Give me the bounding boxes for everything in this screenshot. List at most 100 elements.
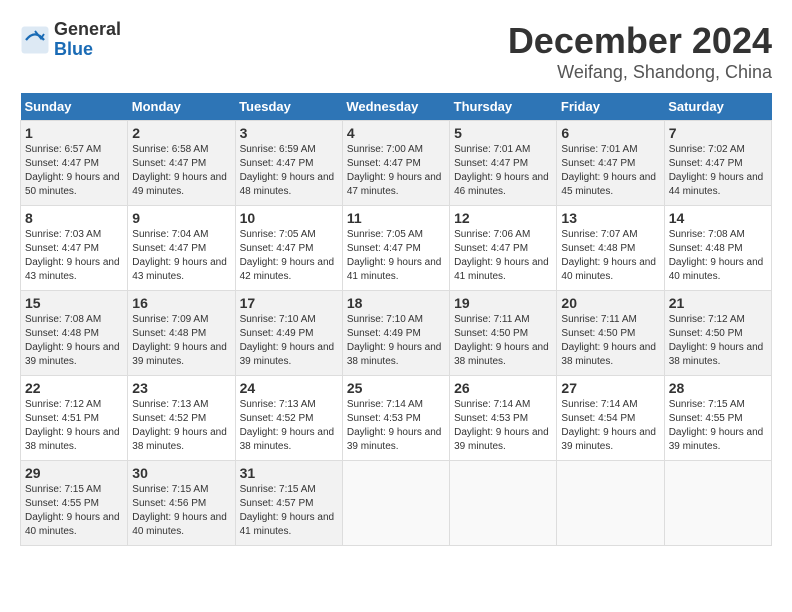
day-number: 22 [25,380,123,396]
day-info: Sunrise: 7:07 AMSunset: 4:48 PMDaylight:… [561,229,656,282]
header-wednesday: Wednesday [342,93,449,121]
day-number: 4 [347,125,445,141]
day-info: Sunrise: 6:57 AMSunset: 4:47 PMDaylight:… [25,144,120,197]
day-info: Sunrise: 7:15 AMSunset: 4:56 PMDaylight:… [132,484,227,537]
day-info: Sunrise: 6:59 AMSunset: 4:47 PMDaylight:… [240,144,335,197]
week-row-2: 8 Sunrise: 7:03 AMSunset: 4:47 PMDayligh… [21,206,772,291]
header-thursday: Thursday [450,93,557,121]
day-number: 19 [454,295,552,311]
day-cell: 16 Sunrise: 7:09 AMSunset: 4:48 PMDaylig… [128,291,235,376]
day-info: Sunrise: 7:13 AMSunset: 4:52 PMDaylight:… [132,399,227,452]
day-number: 24 [240,380,338,396]
week-row-4: 22 Sunrise: 7:12 AMSunset: 4:51 PMDaylig… [21,376,772,461]
logo-text: General Blue [54,20,121,60]
day-info: Sunrise: 7:14 AMSunset: 4:53 PMDaylight:… [454,399,549,452]
week-row-3: 15 Sunrise: 7:08 AMSunset: 4:48 PMDaylig… [21,291,772,376]
header-saturday: Saturday [664,93,771,121]
day-cell: 5 Sunrise: 7:01 AMSunset: 4:47 PMDayligh… [450,121,557,206]
day-info: Sunrise: 7:14 AMSunset: 4:54 PMDaylight:… [561,399,656,452]
day-number: 18 [347,295,445,311]
day-cell: 17 Sunrise: 7:10 AMSunset: 4:49 PMDaylig… [235,291,342,376]
day-info: Sunrise: 7:11 AMSunset: 4:50 PMDaylight:… [561,314,656,367]
day-number: 1 [25,125,123,141]
day-cell: 8 Sunrise: 7:03 AMSunset: 4:47 PMDayligh… [21,206,128,291]
day-cell: 25 Sunrise: 7:14 AMSunset: 4:53 PMDaylig… [342,376,449,461]
header-monday: Monday [128,93,235,121]
day-info: Sunrise: 7:01 AMSunset: 4:47 PMDaylight:… [454,144,549,197]
day-number: 10 [240,210,338,226]
title-block: December 2024 Weifang, Shandong, China [508,20,772,83]
day-info: Sunrise: 7:02 AMSunset: 4:47 PMDaylight:… [669,144,764,197]
day-info: Sunrise: 7:15 AMSunset: 4:55 PMDaylight:… [669,399,764,452]
day-info: Sunrise: 7:13 AMSunset: 4:52 PMDaylight:… [240,399,335,452]
day-cell: 15 Sunrise: 7:08 AMSunset: 4:48 PMDaylig… [21,291,128,376]
week-row-1: 1 Sunrise: 6:57 AMSunset: 4:47 PMDayligh… [21,121,772,206]
day-info: Sunrise: 7:04 AMSunset: 4:47 PMDaylight:… [132,229,227,282]
day-cell: 22 Sunrise: 7:12 AMSunset: 4:51 PMDaylig… [21,376,128,461]
day-cell: 2 Sunrise: 6:58 AMSunset: 4:47 PMDayligh… [128,121,235,206]
day-info: Sunrise: 7:12 AMSunset: 4:51 PMDaylight:… [25,399,120,452]
day-number: 13 [561,210,659,226]
day-cell: 28 Sunrise: 7:15 AMSunset: 4:55 PMDaylig… [664,376,771,461]
day-cell: 6 Sunrise: 7:01 AMSunset: 4:47 PMDayligh… [557,121,664,206]
logo-icon [20,25,50,55]
day-number: 12 [454,210,552,226]
day-number: 28 [669,380,767,396]
day-number: 27 [561,380,659,396]
day-info: Sunrise: 7:05 AMSunset: 4:47 PMDaylight:… [240,229,335,282]
day-number: 9 [132,210,230,226]
day-cell: 1 Sunrise: 6:57 AMSunset: 4:47 PMDayligh… [21,121,128,206]
day-number: 31 [240,465,338,481]
subtitle: Weifang, Shandong, China [508,62,772,83]
day-number: 17 [240,295,338,311]
logo-blue: Blue [54,40,121,60]
day-info: Sunrise: 7:03 AMSunset: 4:47 PMDaylight:… [25,229,120,282]
day-cell: 30 Sunrise: 7:15 AMSunset: 4:56 PMDaylig… [128,461,235,546]
day-info: Sunrise: 7:12 AMSunset: 4:50 PMDaylight:… [669,314,764,367]
day-number: 21 [669,295,767,311]
day-cell: 19 Sunrise: 7:11 AMSunset: 4:50 PMDaylig… [450,291,557,376]
day-cell: 29 Sunrise: 7:15 AMSunset: 4:55 PMDaylig… [21,461,128,546]
day-info: Sunrise: 7:10 AMSunset: 4:49 PMDaylight:… [347,314,442,367]
day-info: Sunrise: 7:06 AMSunset: 4:47 PMDaylight:… [454,229,549,282]
day-number: 23 [132,380,230,396]
day-info: Sunrise: 7:08 AMSunset: 4:48 PMDaylight:… [669,229,764,282]
header-friday: Friday [557,93,664,121]
day-info: Sunrise: 6:58 AMSunset: 4:47 PMDaylight:… [132,144,227,197]
day-cell: 13 Sunrise: 7:07 AMSunset: 4:48 PMDaylig… [557,206,664,291]
day-cell: 21 Sunrise: 7:12 AMSunset: 4:50 PMDaylig… [664,291,771,376]
day-number: 8 [25,210,123,226]
day-info: Sunrise: 7:01 AMSunset: 4:47 PMDaylight:… [561,144,656,197]
day-number: 16 [132,295,230,311]
day-info: Sunrise: 7:11 AMSunset: 4:50 PMDaylight:… [454,314,549,367]
logo: General Blue [20,20,121,60]
day-number: 2 [132,125,230,141]
day-number: 11 [347,210,445,226]
header-row: SundayMondayTuesdayWednesdayThursdayFrid… [21,93,772,121]
week-row-5: 29 Sunrise: 7:15 AMSunset: 4:55 PMDaylig… [21,461,772,546]
header-sunday: Sunday [21,93,128,121]
day-info: Sunrise: 7:15 AMSunset: 4:55 PMDaylight:… [25,484,120,537]
day-cell: 24 Sunrise: 7:13 AMSunset: 4:52 PMDaylig… [235,376,342,461]
day-cell: 3 Sunrise: 6:59 AMSunset: 4:47 PMDayligh… [235,121,342,206]
day-cell: 12 Sunrise: 7:06 AMSunset: 4:47 PMDaylig… [450,206,557,291]
day-info: Sunrise: 7:08 AMSunset: 4:48 PMDaylight:… [25,314,120,367]
day-number: 5 [454,125,552,141]
main-title: December 2024 [508,20,772,62]
page-header: General Blue December 2024 Weifang, Shan… [20,20,772,83]
day-info: Sunrise: 7:00 AMSunset: 4:47 PMDaylight:… [347,144,442,197]
day-number: 15 [25,295,123,311]
day-number: 30 [132,465,230,481]
day-cell: 11 Sunrise: 7:05 AMSunset: 4:47 PMDaylig… [342,206,449,291]
day-number: 3 [240,125,338,141]
calendar-table: SundayMondayTuesdayWednesdayThursdayFrid… [20,93,772,546]
day-cell: 4 Sunrise: 7:00 AMSunset: 4:47 PMDayligh… [342,121,449,206]
day-number: 25 [347,380,445,396]
day-cell: 23 Sunrise: 7:13 AMSunset: 4:52 PMDaylig… [128,376,235,461]
day-number: 20 [561,295,659,311]
day-cell [664,461,771,546]
logo-general: General [54,20,121,40]
day-cell: 14 Sunrise: 7:08 AMSunset: 4:48 PMDaylig… [664,206,771,291]
day-info: Sunrise: 7:15 AMSunset: 4:57 PMDaylight:… [240,484,335,537]
day-cell [557,461,664,546]
